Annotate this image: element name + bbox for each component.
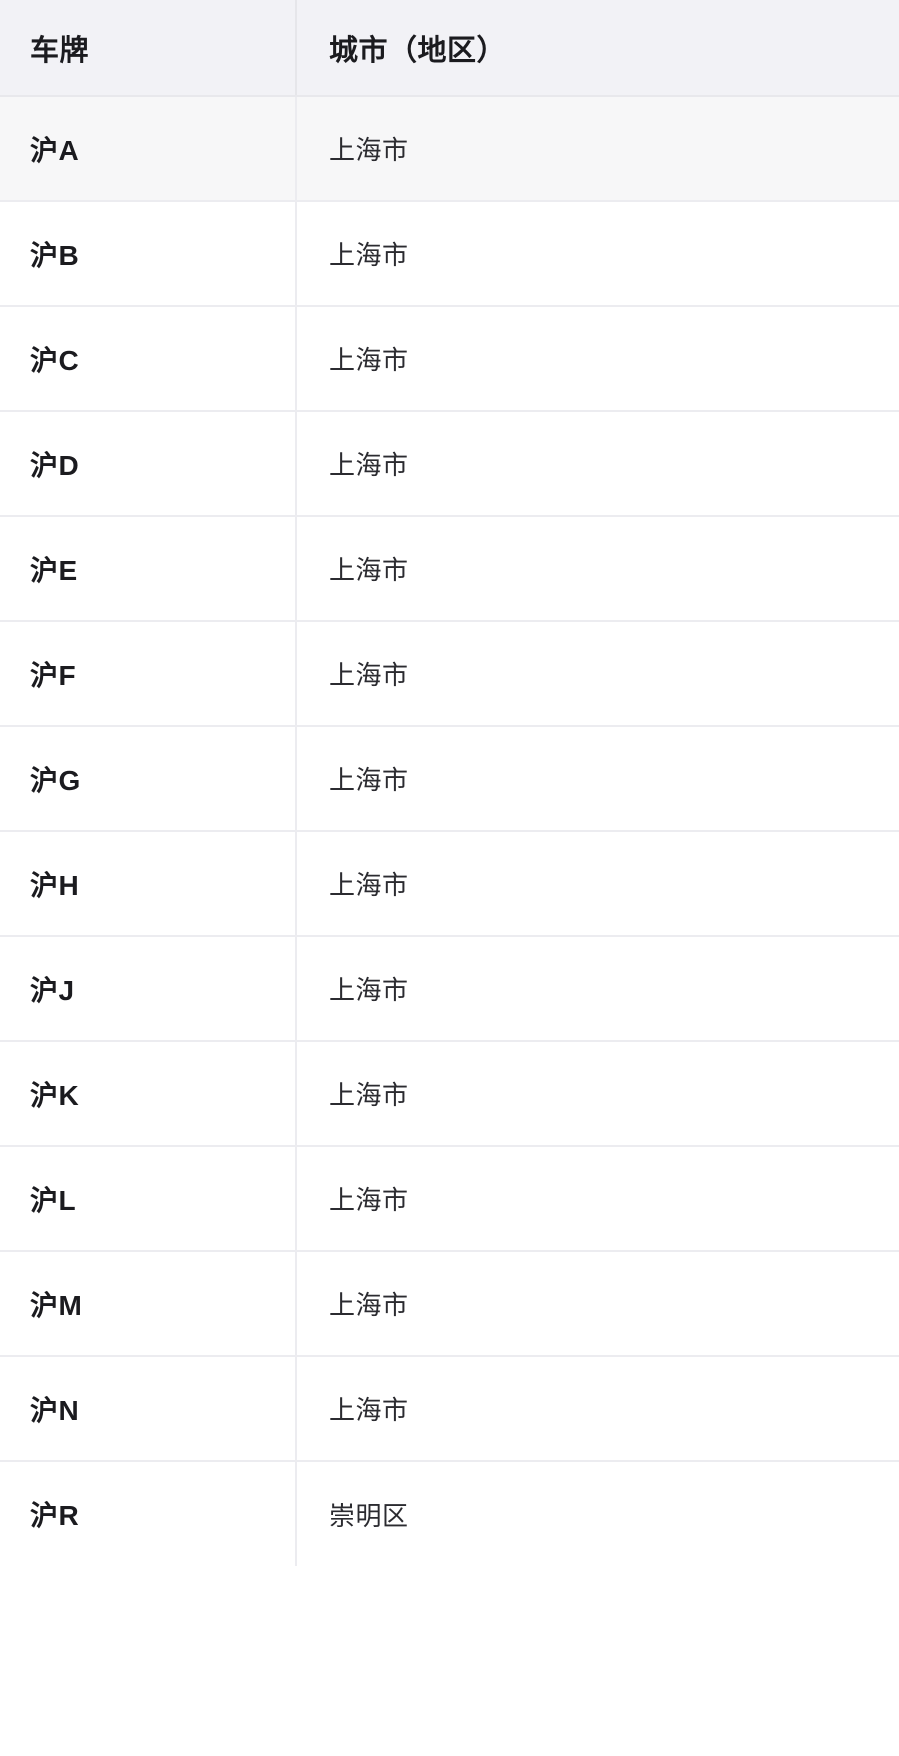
cell-plate: 沪C xyxy=(0,306,296,412)
cell-plate: 沪G xyxy=(0,726,296,832)
table-row: 沪D 上海市 xyxy=(0,411,899,517)
table-row: 沪B 上海市 xyxy=(0,201,899,307)
cell-city: 上海市 xyxy=(295,726,899,832)
cell-city: 崇明区 xyxy=(295,1461,899,1566)
table-row: 沪N 上海市 xyxy=(0,1356,899,1462)
cell-city: 上海市 xyxy=(295,1041,899,1147)
cell-plate: 沪J xyxy=(0,936,296,1042)
cell-plate: 沪R xyxy=(30,1500,80,1531)
table-row: 沪K 上海市 xyxy=(0,1041,899,1147)
table-row: 沪H 上海市 xyxy=(0,831,899,937)
cell-plate: 沪N xyxy=(0,1356,296,1462)
cell-city: 上海市 xyxy=(295,411,899,517)
cell-city: 上海市 xyxy=(295,831,899,937)
cell-city: 上海市 xyxy=(295,96,899,202)
cell-city: 上海市 xyxy=(295,621,899,727)
cell-plate: 沪D xyxy=(0,411,296,517)
column-header-plate: 车牌 xyxy=(0,0,296,97)
table-header: 车牌 城市（地区） xyxy=(0,0,899,97)
cell-plate: 沪F xyxy=(0,621,296,727)
table-row: 沪E 上海市 xyxy=(0,516,899,622)
cell-plate: 沪E xyxy=(0,516,296,622)
cell-city: 上海市 xyxy=(295,1251,899,1357)
cell-city: 上海市 xyxy=(295,1146,899,1252)
license-plate-region-table: 车牌 城市（地区） 沪A 上海市 沪B 上海市 沪C 上海市 沪D 上海市 沪E 上海市 沪F 上海市… xyxy=(0,0,899,1566)
table-row: 沪A 上海市 xyxy=(0,96,899,202)
table-row: 沪L 上海市 xyxy=(0,1146,899,1252)
cell-city: 上海市 xyxy=(295,1356,899,1462)
table-row: 沪R 崇明区 xyxy=(0,1461,899,1566)
cell-plate: 沪M xyxy=(0,1251,296,1357)
cell-plate: 沪L xyxy=(0,1146,296,1252)
table-row: 沪G 上海市 xyxy=(0,726,899,832)
table-row: 沪J 上海市 xyxy=(0,936,899,1042)
cell-plate: 沪A xyxy=(0,96,296,202)
table-row: 沪F 上海市 xyxy=(0,621,899,727)
table-header-row: 车牌 城市（地区） xyxy=(0,0,899,97)
cell-city: 上海市 xyxy=(295,306,899,412)
table-body: 沪A 上海市 沪B 上海市 沪C 上海市 沪D 上海市 沪E 上海市 沪F 上海市 沪G 上海市 沪H 上海市… xyxy=(0,96,899,1566)
cell-plate: 沪B xyxy=(0,201,296,307)
cell-city: 上海市 xyxy=(295,516,899,622)
cell-city: 上海市 xyxy=(295,936,899,1042)
column-header-city: 城市（地区） xyxy=(295,0,899,97)
cell-city: 上海市 xyxy=(295,201,899,307)
table-row: 沪C 上海市 xyxy=(0,306,899,412)
cell-plate: 沪H xyxy=(0,831,296,937)
cell-plate: 沪K xyxy=(0,1041,296,1147)
table-row: 沪M 上海市 xyxy=(0,1251,899,1357)
